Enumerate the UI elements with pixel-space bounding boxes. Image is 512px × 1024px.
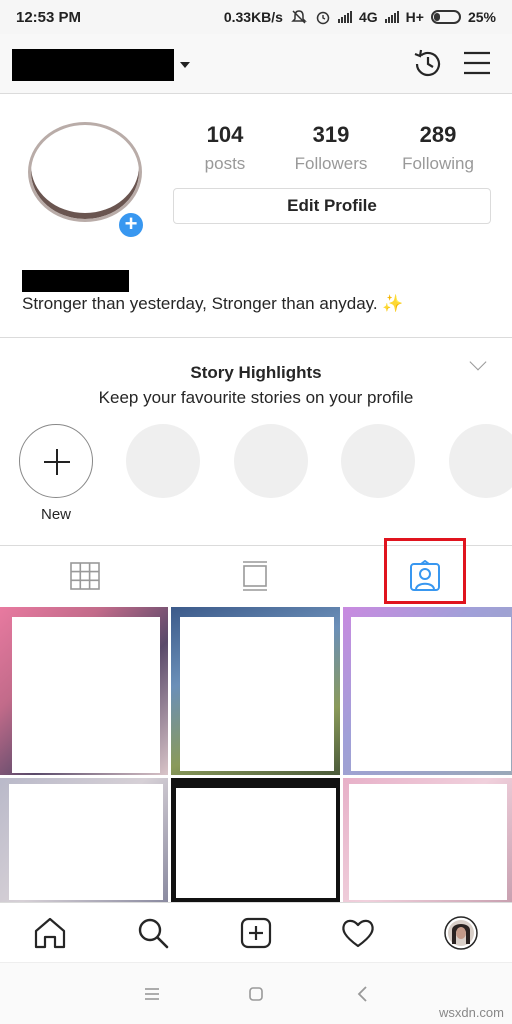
account-switch-caret-icon[interactable] — [180, 62, 190, 68]
stat-posts[interactable]: 104 posts — [170, 122, 280, 174]
battery-icon — [430, 10, 461, 24]
new-highlight-label: New — [40, 506, 71, 523]
nav-new-post[interactable] — [238, 915, 274, 951]
photo-tile[interactable] — [0, 607, 168, 775]
status-time: 12:53 PM — [16, 8, 82, 26]
archive-history-icon[interactable] — [411, 47, 445, 81]
add-story-icon[interactable]: + — [116, 210, 146, 240]
edit-profile-button[interactable]: Edit Profile — [173, 188, 491, 224]
profile-avatar-large[interactable]: + — [28, 122, 146, 240]
photo-tile[interactable] — [343, 778, 512, 902]
annotation-highlight-box — [384, 538, 466, 604]
divider — [0, 337, 512, 338]
grid-icon — [70, 562, 100, 590]
followers-label: Followers — [294, 154, 368, 173]
battery-level: 25% — [467, 9, 496, 25]
username-redacted[interactable] — [12, 49, 174, 81]
add-post-icon — [240, 917, 272, 949]
photo-tile[interactable] — [171, 607, 340, 775]
posts-count: 104 — [206, 122, 244, 147]
new-highlight-button[interactable] — [19, 424, 93, 498]
highlight-placeholder — [126, 424, 200, 498]
highlight-placeholder — [449, 424, 512, 498]
nav-search[interactable] — [135, 915, 171, 951]
posts-label: posts — [204, 154, 246, 173]
activity-heart-icon — [342, 919, 374, 948]
nav-profile[interactable] — [443, 915, 479, 951]
highlight-placeholder — [341, 424, 415, 498]
highlight-placeholder — [234, 424, 308, 498]
menu-icon[interactable] — [462, 50, 492, 76]
back-chevron-icon[interactable] — [356, 985, 368, 1003]
network-type-2: H+ — [405, 9, 424, 25]
recents-menu-icon[interactable] — [144, 987, 160, 1001]
alarm-icon — [316, 11, 330, 25]
watermark: wsxdn.com — [438, 1005, 504, 1020]
signal-icon — [337, 11, 352, 23]
mute-icon — [291, 10, 307, 24]
photo-tile[interactable] — [171, 778, 340, 902]
stat-following[interactable]: 289 Following — [383, 122, 493, 174]
profile-avatar-icon — [444, 916, 478, 950]
feed-icon — [243, 561, 267, 591]
nav-home[interactable] — [32, 915, 68, 951]
tab-grid[interactable] — [0, 546, 170, 606]
avatar-image — [28, 122, 142, 222]
network-type: 4G — [358, 9, 378, 25]
search-icon — [138, 918, 169, 949]
highlights-title: Story Highlights — [190, 363, 322, 382]
network-speed: 0.33KB/s — [223, 9, 283, 25]
profile-header — [0, 34, 512, 94]
bio-content: Stronger than yesterday, Stronger than a… — [22, 294, 378, 313]
home-square-icon[interactable] — [248, 986, 264, 1002]
bio-text: Stronger than yesterday, Stronger than a… — [22, 294, 404, 314]
sparkles-emoji: ✨ — [382, 294, 404, 313]
system-navigation-bar: wsxdn.com — [0, 962, 512, 1024]
tab-feed[interactable] — [170, 546, 340, 606]
photo-tile[interactable] — [0, 778, 168, 902]
following-label: Following — [402, 154, 474, 173]
stat-followers[interactable]: 319 Followers — [276, 122, 386, 174]
status-indicators: 0.33KB/s 4G H+ 25% — [224, 8, 496, 26]
display-name-redacted — [22, 270, 129, 292]
bottom-navigation — [0, 902, 512, 962]
following-count: 289 — [419, 122, 457, 147]
photo-tile[interactable] — [343, 607, 512, 775]
followers-count: 319 — [312, 122, 350, 147]
home-icon — [34, 917, 66, 949]
highlights-subtitle: Keep your favourite stories on your prof… — [98, 388, 414, 407]
nav-activity[interactable] — [340, 915, 376, 951]
status-bar: 12:53 PM 0.33KB/s 4G H+ 25% — [0, 0, 512, 34]
signal-icon-2 — [384, 11, 399, 23]
